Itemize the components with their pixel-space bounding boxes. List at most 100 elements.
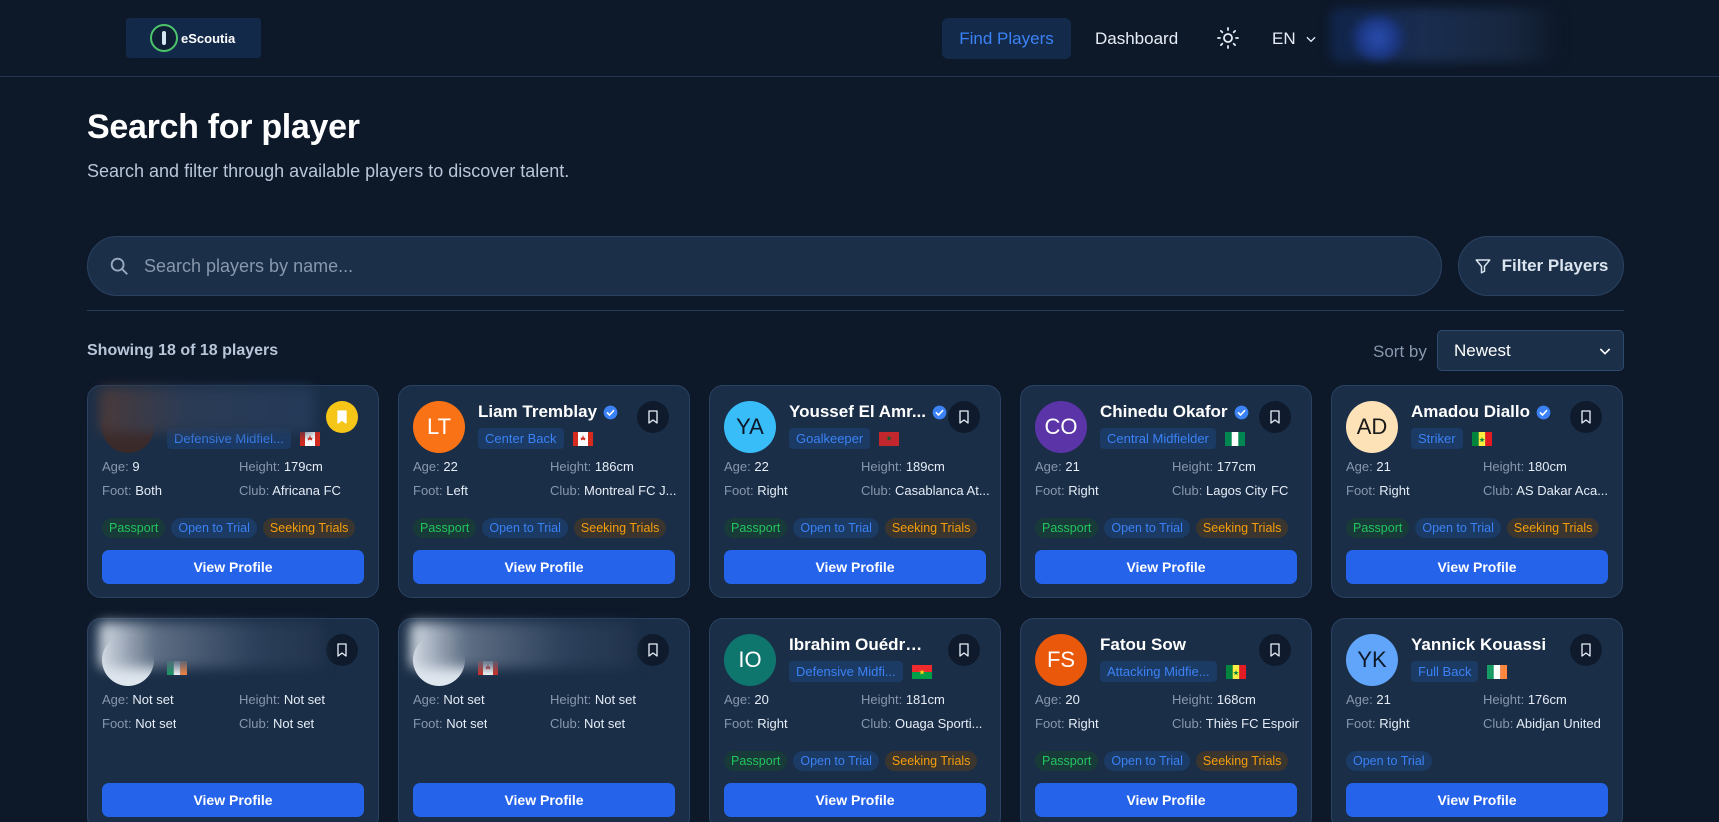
player-name[interactable]: Liam Tremblay [478,402,597,422]
chevron-down-icon [1599,348,1611,355]
player-height: Height: 168cm [1172,692,1256,707]
bookmark-button[interactable] [637,634,669,666]
player-height: Height: 186cm [550,459,634,474]
player-tags: Passport Open to Trial Seeking Trials [1035,518,1289,538]
logo-text: eScoutia [181,30,236,46]
player-foot: Foot: Right [1035,483,1099,498]
player-card[interactable]: CO Chinedu Okafor Central Midfielder Age: 2… [1020,385,1312,598]
view-profile-button[interactable]: View Profile [1035,550,1297,584]
sun-icon[interactable] [1216,26,1240,50]
search-input[interactable] [144,255,1441,277]
player-avatar: AD [1346,401,1398,453]
bookmark-button[interactable] [637,401,669,433]
player-foot: Foot: Both [102,483,162,498]
player-height: Height: 177cm [1172,459,1256,474]
player-card[interactable]: FS Fatou Sow Attacking Midfie... Age: 20 Hei… [1020,618,1312,822]
chevron-down-icon [1306,36,1316,42]
player-club: Club: Casablanca At... [861,483,990,498]
bookmark-button[interactable] [1259,401,1291,433]
player-position-row: Defensive Midfi... [789,661,932,682]
player-position: Defensive Midfi... [789,661,903,682]
player-initials: AD [1356,414,1388,439]
bookmark-button[interactable] [326,634,358,666]
nav-find-players[interactable]: Find Players [942,18,1071,59]
player-foot: Foot: Right [724,483,788,498]
player-avatar: YA [724,401,776,453]
view-profile-button[interactable]: View Profile [1346,783,1608,817]
sort-label: Sort by [1373,342,1427,361]
player-name[interactable]: Amadou Diallo [1411,402,1530,422]
player-avatar: YK [1346,634,1398,686]
player-height: Height: 176cm [1483,692,1567,707]
page-title: Search for player [87,108,360,146]
bookmark-icon [959,643,969,657]
view-profile-button[interactable]: View Profile [1346,550,1608,584]
view-profile-button[interactable]: View Profile [102,550,364,584]
view-profile-button[interactable]: View Profile [413,550,675,584]
bookmark-button[interactable] [948,401,980,433]
player-club: Club: Abidjan United [1483,716,1601,731]
status-badge: Open to Trial [1104,518,1190,538]
player-card[interactable]: LT Liam Tremblay Center Back Age: 22 Height:… [398,385,690,598]
player-age: Age: Not set [413,692,485,707]
player-position-row: Attacking Midfie... [1100,661,1246,682]
player-tags: Passport Open to Trial Seeking Trials [724,518,978,538]
view-profile-button[interactable]: View Profile [724,783,986,817]
redacted-area [99,387,314,433]
bookmark-button[interactable] [1570,401,1602,433]
player-club: Club: Lagos City FC [1172,483,1289,498]
status-badge: Seeking Trials [884,518,978,538]
player-card[interactable]: YK Yannick Kouassi Full Back Age: 21 Height:… [1331,618,1623,822]
status-badge: Open to Trial [1346,751,1432,771]
bookmark-button[interactable] [1259,634,1291,666]
user-avatar [1350,16,1406,60]
player-initials: IO [738,647,762,672]
view-profile-button[interactable]: View Profile [102,783,364,817]
flag-ireland-icon [1487,664,1508,679]
bookmark-icon [1581,643,1591,657]
page-subtitle: Search and filter through available play… [87,161,570,181]
flag-senegal-icon [1225,664,1246,679]
player-position: Central Midfielder [1100,428,1216,449]
player-name[interactable]: Fatou Sow [1100,635,1186,655]
player-card[interactable]: AD Amadou Diallo Striker Age: 21 Height: 180… [1331,385,1623,598]
nav-dashboard[interactable]: Dashboard [1095,18,1178,59]
player-card[interactable]: YA Youssef El Amr... Goalkeeper Age: 22 Heig… [709,385,1001,598]
bookmark-icon [1270,410,1280,424]
player-club: Club: Not set [239,716,315,731]
player-club: Club: Ouaga Sporti... [861,716,983,731]
player-age: Age: 21 [1035,459,1080,474]
player-height: Height: Not set [550,692,637,707]
view-profile-button[interactable]: View Profile [413,783,675,817]
view-profile-button[interactable]: View Profile [1035,783,1297,817]
redacted-area [410,622,635,668]
player-height: Height: 179cm [239,459,323,474]
bookmark-button[interactable] [1570,634,1602,666]
player-age: Age: 21 [1346,459,1391,474]
flag-canada-icon [572,431,593,446]
search-bar[interactable] [87,236,1442,296]
player-name[interactable]: Yannick Kouassi [1411,635,1546,655]
verified-icon [932,405,947,419]
player-name-row: Fatou Sow [1100,635,1186,655]
sort-select[interactable]: Newest [1437,330,1624,371]
player-height: Height: 189cm [861,459,945,474]
language-selector[interactable]: EN [1272,18,1318,59]
logo[interactable]: eScoutia [126,18,261,58]
bookmark-button[interactable] [326,401,358,433]
player-height: Height: 180cm [1483,459,1567,474]
view-profile-button[interactable]: View Profile [724,550,986,584]
bookmark-button[interactable] [948,634,980,666]
player-card[interactable]: IO Ibrahim Ouédraogo Defensive Midfi... Age… [709,618,1001,822]
player-age: Age: 22 [724,459,769,474]
player-name[interactable]: Youssef El Amr... [789,402,926,422]
player-name[interactable]: Chinedu Okafor [1100,402,1228,422]
status-badge: Seeking Trials [262,518,356,538]
status-badge: Open to Trial [482,518,568,538]
player-name[interactable]: Ibrahim Ouédraogo [789,635,929,655]
player-initials: YA [736,414,764,439]
status-badge: Seeking Trials [1195,518,1289,538]
player-tags: Passport Open to Trial Seeking Trials [1035,751,1289,771]
filter-players-button[interactable]: Filter Players [1458,236,1624,296]
player-name-row: Chinedu Okafor [1100,402,1249,422]
